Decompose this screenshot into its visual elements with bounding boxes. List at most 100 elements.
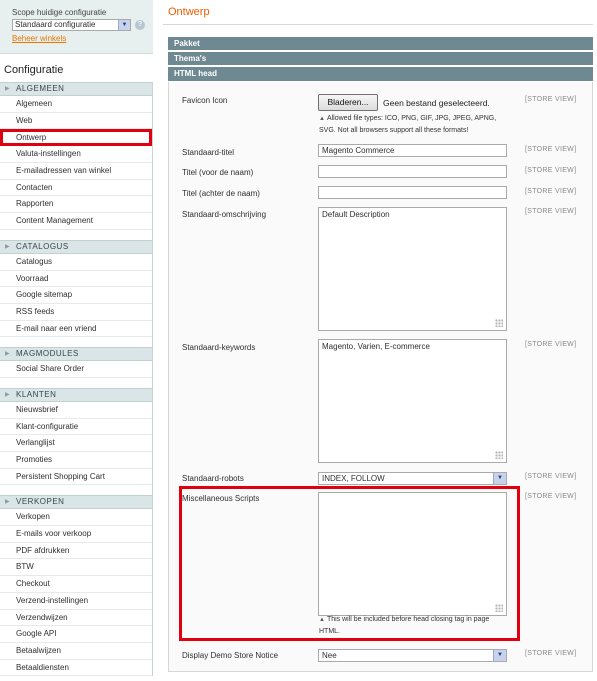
- default-title-input[interactable]: Magento Commerce: [318, 144, 507, 157]
- page-title: Ontwerp: [168, 6, 210, 18]
- scope-tag: [STORE VIEW]: [525, 146, 577, 153]
- section-themas[interactable]: Thema's: [168, 52, 593, 66]
- default-description-textarea[interactable]: Default Description: [318, 207, 507, 331]
- scope-tag: [STORE VIEW]: [525, 493, 577, 500]
- nav-section-title: CATALOGUS: [16, 241, 69, 251]
- nav-item-nieuwsbrief[interactable]: Nieuwsbrief: [0, 401, 152, 419]
- chevron-down-icon: ▼: [493, 650, 506, 661]
- nav-item-btw[interactable]: BTW: [0, 559, 152, 577]
- sidebar: Scope huidige configuratie Standaard con…: [0, 0, 153, 681]
- demo-notice-value: Nee: [322, 651, 337, 660]
- scope-tag: [STORE VIEW]: [525, 473, 577, 480]
- nav-item-store-email[interactable]: E-mailadressen van winkel: [0, 163, 152, 180]
- nav-item-shipping-methods[interactable]: Verzendwijzen: [0, 609, 152, 627]
- nav-item-sales-emails[interactable]: E-mails voor verkoop: [0, 526, 152, 543]
- nav-section-title: MAGMODULES: [16, 349, 79, 359]
- favicon-label: Favicon Icon: [182, 96, 228, 105]
- triangle-right-icon: ▶: [5, 391, 11, 398]
- resize-grip-icon[interactable]: [495, 451, 503, 459]
- resize-grip-icon[interactable]: [495, 319, 503, 327]
- nav-section-verkopen[interactable]: ▶ VERKOPEN: [0, 495, 152, 510]
- chevron-down-icon: ▼: [493, 473, 506, 484]
- nav-gap: [0, 485, 152, 496]
- scope-tag: [STORE VIEW]: [525, 650, 577, 657]
- nav-item-google-sitemap[interactable]: Google sitemap: [0, 287, 152, 304]
- scope-switcher: Scope huidige configuratie Standaard con…: [0, 0, 153, 54]
- default-keywords-label: Standaard-keywords: [182, 343, 256, 352]
- nav-item-rss-feeds[interactable]: RSS feeds: [0, 303, 152, 321]
- nav-item-payment-services[interactable]: Betaaldiensten: [0, 659, 152, 677]
- nav-section-klanten[interactable]: ▶ KLANTEN: [0, 387, 152, 402]
- browse-button[interactable]: Bladeren...: [318, 94, 378, 111]
- scope-tag: [STORE VIEW]: [525, 208, 577, 215]
- title-prefix-label: Titel (voor de naam): [182, 168, 254, 177]
- default-keywords-value: Magento, Varien, E-commerce: [322, 342, 430, 351]
- scope-tag: [STORE VIEW]: [525, 341, 577, 348]
- nav-item-contacten[interactable]: Contacten: [0, 179, 152, 197]
- title-prefix-input[interactable]: [318, 165, 507, 178]
- html-head-panel: Favicon Icon Bladeren... Geen bestand ge…: [168, 82, 593, 672]
- nav-item-voorraad[interactable]: Voorraad: [0, 270, 152, 288]
- default-description-value: Default Description: [322, 210, 390, 219]
- scope-tag: [STORE VIEW]: [525, 188, 577, 195]
- nav-item-shipping-settings[interactable]: Verzend-instellingen: [0, 592, 152, 610]
- default-description-label: Standaard-omschrijving: [182, 210, 267, 219]
- nav-item-payment-methods[interactable]: Betaalwijzen: [0, 642, 152, 660]
- default-title-label: Standaard-titel: [182, 148, 235, 157]
- nav-item-web[interactable]: Web: [0, 112, 152, 130]
- scope-label: Scope huidige configuratie: [12, 8, 107, 17]
- config-nav: ▶ ALGEMEEN Algemeen Web Ontwerp Valuta-i…: [0, 82, 153, 677]
- nav-item-algemeen[interactable]: Algemeen: [0, 96, 152, 113]
- default-keywords-textarea[interactable]: Magento, Varien, E-commerce: [318, 339, 507, 463]
- favicon-note-text: Allowed file types: ICO, PNG, GIF, JPG, …: [319, 115, 497, 134]
- nav-section-catalogus[interactable]: ▶ CATALOGUS: [0, 239, 152, 254]
- nav-item-google-api[interactable]: Google API: [0, 626, 152, 643]
- nav-item-checkout[interactable]: Checkout: [0, 576, 152, 593]
- nav-item-persistent-cart[interactable]: Persistent Shopping Cart: [0, 468, 152, 486]
- chevron-down-icon: ▼: [118, 20, 130, 30]
- section-html-head[interactable]: HTML head: [168, 67, 593, 81]
- nav-item-social-share-order[interactable]: Social Share Order: [0, 361, 152, 378]
- nav-item-valuta[interactable]: Valuta-instellingen: [0, 146, 152, 164]
- nav-item-pdf[interactable]: PDF afdrukken: [0, 542, 152, 560]
- nav-gap: [0, 229, 152, 240]
- triangle-right-icon: ▶: [5, 243, 11, 250]
- help-icon[interactable]: ?: [135, 20, 145, 30]
- main-content: Ontwerp Pakket Thema's HTML head Favicon…: [163, 0, 593, 681]
- title-divider: [163, 24, 593, 25]
- nav-section-title: KLANTEN: [16, 389, 57, 399]
- nav-item-klant-configuratie[interactable]: Klant-configuratie: [0, 418, 152, 436]
- nav-gap: [0, 377, 152, 388]
- scope-row: Standaard configuratie ▼ ?: [12, 19, 153, 31]
- manage-stores-link[interactable]: Beheer winkels: [12, 34, 66, 43]
- scope-select-value: Standaard configuratie: [15, 20, 96, 29]
- title-suffix-label: Titel (achter de naam): [182, 189, 260, 198]
- triangle-up-icon: ▲: [319, 116, 325, 122]
- demo-notice-select[interactable]: Nee ▼: [318, 649, 507, 662]
- nav-section-title: ALGEMEEN: [16, 84, 65, 93]
- nav-section-algemeen[interactable]: ▶ ALGEMEEN: [0, 82, 152, 96]
- nav-item-ontwerp[interactable]: Ontwerp: [0, 129, 152, 147]
- nav-item-catalogus[interactable]: Catalogus: [0, 253, 152, 271]
- favicon-note: ▲ Allowed file types: ICO, PNG, GIF, JPG,…: [319, 113, 509, 137]
- nav-item-email-friend[interactable]: E-mail naar een vriend: [0, 320, 152, 338]
- nav-item-verkopen[interactable]: Verkopen: [0, 509, 152, 527]
- scope-select[interactable]: Standaard configuratie ▼: [12, 19, 131, 31]
- title-suffix-input[interactable]: [318, 186, 507, 199]
- nav-item-rapporten[interactable]: Rapporten: [0, 196, 152, 214]
- file-status: Geen bestand geselecteerd.: [383, 98, 490, 108]
- triangle-right-icon: ▶: [5, 351, 11, 358]
- scope-tag: [STORE VIEW]: [525, 167, 577, 174]
- default-robots-select[interactable]: INDEX, FOLLOW ▼: [318, 472, 507, 485]
- nav-section-magmodules[interactable]: ▶ MAGMODULES: [0, 347, 152, 362]
- config-title: Configuratie: [4, 64, 64, 76]
- nav-item-content-management[interactable]: Content Management: [0, 213, 152, 230]
- nav-item-promoties[interactable]: Promoties: [0, 452, 152, 469]
- nav-section-title: VERKOPEN: [16, 497, 65, 507]
- scope-tag: [STORE VIEW]: [525, 96, 577, 103]
- triangle-right-icon: ▶: [5, 86, 11, 92]
- nav-gap: [0, 337, 152, 348]
- section-pakket[interactable]: Pakket: [168, 37, 593, 51]
- triangle-right-icon: ▶: [5, 499, 11, 506]
- nav-item-verlanglijst[interactable]: Verlanglijst: [0, 435, 152, 452]
